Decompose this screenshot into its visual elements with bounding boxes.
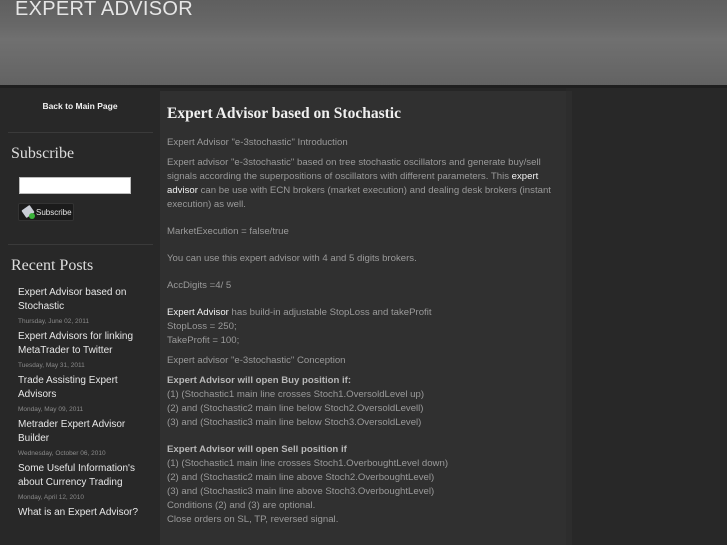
- site-title-link[interactable]: EXPERT ADVISOR: [15, 0, 193, 21]
- intro-paragraph: Expert advisor "e-3stochastic" based on …: [167, 156, 562, 212]
- subscribe-email-input[interactable]: [19, 177, 131, 194]
- divider: [8, 132, 153, 133]
- takeprofit-value: TakeProfit = 100;: [167, 335, 240, 346]
- sell-condition: (2) and (Stochastic2 main line above Sto…: [167, 472, 435, 483]
- list-item: Metrader Expert Advisor Builder Wednesda…: [18, 418, 153, 457]
- recent-post-link[interactable]: Trade Assisting Expert Advisors: [18, 374, 153, 402]
- post-date: Tuesday, May 31, 2011: [18, 362, 85, 369]
- intro-label: Expert Advisor "e-3stochastic" Introduct…: [167, 137, 348, 148]
- list-item: What is an Expert Advisor?: [18, 506, 153, 520]
- recent-post-link[interactable]: Expert Advisors for linking MetaTrader t…: [18, 330, 153, 358]
- recent-post-link[interactable]: What is an Expert Advisor?: [18, 506, 153, 520]
- post-title: Expert Advisor based on Stochastic: [167, 105, 401, 122]
- list-item: Trade Assisting Expert Advisors Monday, …: [18, 374, 153, 413]
- recent-posts-title: Recent Posts: [11, 257, 94, 274]
- post-body: Expert Advisor "e-3stochastic" Introduct…: [167, 136, 562, 527]
- buy-condition: (1) (Stochastic1 main line crosses Stoch…: [167, 389, 425, 400]
- close-note: Close orders on SL, TP, reversed signal.: [167, 514, 339, 525]
- post-date: Monday, April 12, 2010: [18, 494, 85, 501]
- post-date: Monday, May 09, 2011: [18, 406, 84, 413]
- optional-note: Conditions (2) and (3) are optional.: [167, 500, 316, 511]
- stoploss-value: StopLoss = 250;: [167, 321, 237, 332]
- buy-heading: Expert Advisor will open Buy position if…: [167, 375, 352, 386]
- subscribe-button-label: Subscribe: [36, 207, 72, 217]
- expert-advisor-link[interactable]: Expert Advisor: [167, 307, 229, 318]
- list-item: Expert Advisors for linking MetaTrader t…: [18, 330, 153, 369]
- recent-post-link[interactable]: Metrader Expert Advisor Builder: [18, 418, 153, 446]
- back-to-main-link[interactable]: Back to Main Page: [0, 101, 160, 111]
- paragraph-text: Expert advisor "e-3stochastic" based on …: [167, 157, 541, 182]
- sl-tp-line: Expert Advisor has build-in adjustable S…: [167, 306, 562, 320]
- post-date: Wednesday, October 06, 2010: [18, 450, 106, 457]
- list-item: Expert Advisor based on Stochastic Thurs…: [18, 286, 153, 325]
- subscribe-button[interactable]: Subscribe: [18, 203, 74, 221]
- paragraph-text: can be use with ECN brokers (market exec…: [167, 185, 551, 210]
- buy-condition: (2) and (Stochastic2 main line below Sto…: [167, 403, 424, 414]
- market-execution: MarketExecution = false/true: [167, 226, 289, 237]
- column-separator: [566, 91, 572, 545]
- acc-digits: AccDigits =4/ 5: [167, 280, 232, 291]
- right-column: [566, 88, 727, 545]
- sell-heading: Expert Advisor will open Sell position i…: [167, 444, 347, 455]
- subscribe-title: Subscribe: [11, 145, 75, 162]
- sell-condition: (1) (Stochastic1 main line crosses Stoch…: [167, 458, 449, 469]
- site-header: EXPERT ADVISOR: [0, 0, 727, 88]
- recent-post-link[interactable]: Expert Advisor based on Stochastic: [18, 286, 153, 314]
- conception-label: Expert advisor "e-3stochastic" Conceptio…: [167, 355, 346, 366]
- list-item: Some Useful Information's about Currency…: [18, 462, 153, 501]
- divider: [8, 244, 153, 245]
- recent-post-link[interactable]: Some Useful Information's about Currency…: [18, 462, 153, 490]
- rss-subscribe-icon: [21, 204, 35, 219]
- recent-posts-list: Expert Advisor based on Stochastic Thurs…: [18, 286, 153, 520]
- digits-note: You can use this expert advisor with 4 a…: [167, 253, 417, 264]
- buy-condition: (3) and (Stochastic3 main line below Sto…: [167, 417, 422, 428]
- post-date: Thursday, June 02, 2011: [18, 318, 89, 325]
- left-sidebar: Back to Main Page Subscribe Subscribe Re…: [0, 88, 160, 545]
- post-content-area: Expert Advisor based on Stochastic Exper…: [160, 91, 566, 545]
- sell-condition: (3) and (Stochastic3 main line above Sto…: [167, 486, 435, 497]
- paragraph-text: has build-in adjustable StopLoss and tak…: [228, 307, 432, 318]
